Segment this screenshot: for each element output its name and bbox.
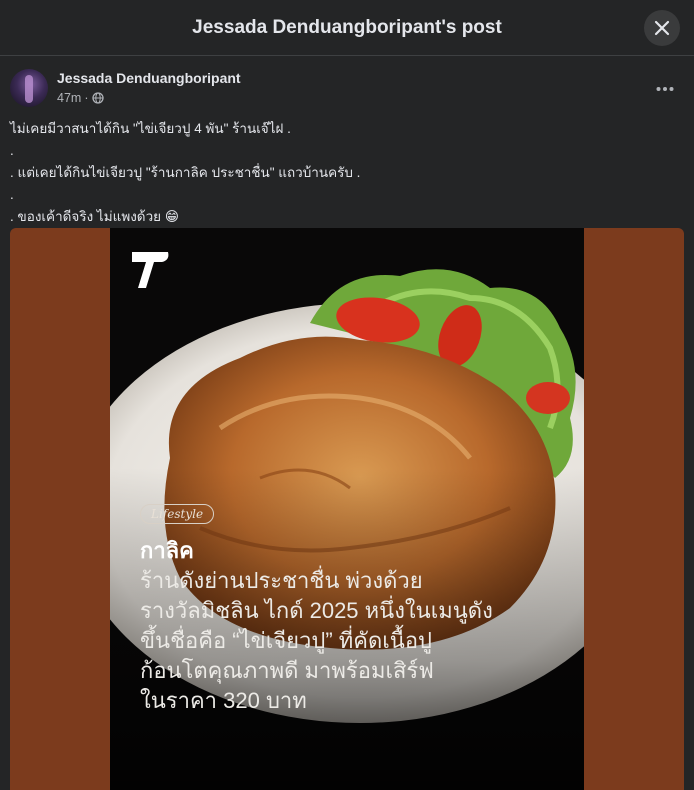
image-body-line: ร้านดังย่านประชาชื่น พ่วงด้วย [140,568,423,593]
image-body-line: ก้อนโตคุณภาพดี มาพร้อมเสิร์ฟ [140,658,434,683]
post-author-row: Jessada Denduangboripant 47m · [10,68,684,110]
globe-icon[interactable] [91,92,104,104]
more-dots-icon [656,87,674,91]
post-body-text: ไม่เคยมีวาสนาได้กิน "ไข่เจียวปู 4 พัน" ร… [10,118,680,228]
image-title: กาลิค [140,538,194,563]
post-text-line: . [10,143,14,158]
lifestyle-tag: Lifestyle [140,504,215,524]
close-icon [654,20,670,36]
more-options-button[interactable] [652,76,678,102]
author-name-link[interactable]: Jessada Denduangboripant [57,70,241,86]
post-dialog-header: Jessada Denduangboripant's post [0,0,694,56]
post-text-line: . [10,187,14,202]
post-text-line: . แต่เคยได้กินไข่เจียวปู "ร้านกาลิค ประช… [10,165,361,180]
post-timestamp[interactable]: 47m [57,91,81,105]
image-body-line: รางวัลมิชลิน ไกด์ 2025 หนึ่งในเมนูดัง [140,598,493,623]
post-meta: 47m · [57,91,104,105]
avatar[interactable] [10,69,48,107]
image-body-line: ขึ้นชื่อคือ “ไข่เจียวปู” ที่คัดเนื้อปู [140,628,432,653]
image-caption-overlay: Lifestyle กาลิค ร้านดังย่านประชาชื่น พ่ว… [140,504,580,716]
post-text-line: . ของเค้าดีจริง ไม่แพงด้วย 😁 [10,209,179,224]
close-button[interactable] [644,10,680,46]
image-body-line: ในราคา 320 บาท [140,688,307,713]
image-body: ร้านดังย่านประชาชื่น พ่วงด้วย รางวัลมิชล… [140,566,580,716]
meta-separator: · [84,91,89,105]
post-text-line: ไม่เคยมีวาสนาได้กิน "ไข่เจียวปู 4 พัน" ร… [10,121,291,136]
food-photo: Lifestyle กาลิค ร้านดังย่านประชาชื่น พ่ว… [110,228,584,790]
post-image[interactable]: Lifestyle กาลิค ร้านดังย่านประชาชื่น พ่ว… [10,228,684,790]
dialog-title: Jessada Denduangboripant's post [192,16,502,38]
